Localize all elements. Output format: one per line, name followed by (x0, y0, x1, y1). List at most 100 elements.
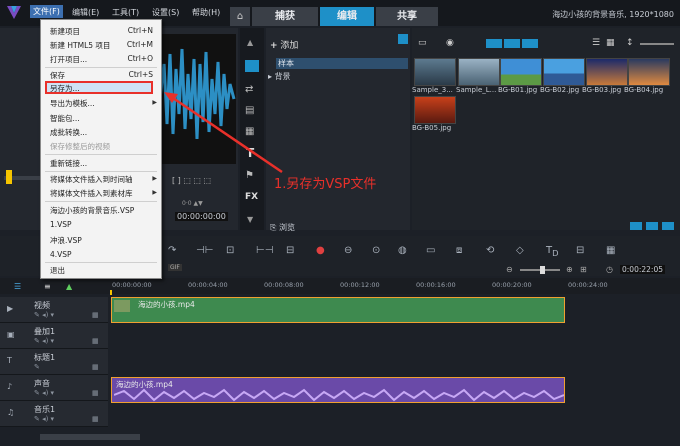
mixer-icon[interactable]: ⊖ (344, 246, 352, 256)
media-icon[interactable] (245, 60, 259, 72)
tab-capture[interactable]: 捕获 (252, 7, 318, 26)
crop-controls[interactable]: [ ] ⬚ ⬚ ⬚ (172, 176, 236, 186)
menu-insert-timeline[interactable]: 将媒体文件插入到时间轴 (50, 174, 133, 185)
title-tool-icon[interactable]: T (246, 146, 254, 160)
menu-help[interactable]: 帮助(H) (192, 7, 220, 18)
record-icon[interactable]: ● (316, 246, 325, 256)
menu-recent-1[interactable]: 海边小孩的背景音乐.VSP (50, 205, 134, 216)
menu-recent-4[interactable]: 4.VSP (50, 250, 72, 259)
menu-new-project[interactable]: 新建项目 (50, 26, 80, 37)
menu-relink[interactable]: 重新链接... (50, 158, 87, 169)
player-timecode[interactable]: 00:00:00:00 (175, 212, 228, 221)
menu-insert-library[interactable]: 将媒体文件插入到素材库 (50, 188, 133, 199)
track-lock-icon[interactable]: ▦ (92, 415, 99, 423)
track-lock-icon[interactable]: ▦ (92, 363, 99, 371)
thumbnail-bg-b04[interactable] (628, 58, 670, 86)
menu-recent-3[interactable]: 冲浪.VSP (50, 235, 82, 246)
scroll-up-icon[interactable]: ▲ (247, 38, 253, 47)
scroll-down-icon[interactable]: ▼ (247, 215, 253, 224)
menu-settings[interactable]: 设置(S) (152, 7, 179, 18)
menu-exit[interactable]: 退出 (50, 265, 65, 276)
slip-icon[interactable]: ⊟ (286, 246, 294, 256)
track-controls-icon[interactable]: ✎ ◂) ▾ (34, 415, 54, 423)
timeline-scrollbar[interactable] (40, 434, 140, 440)
transition-icon[interactable]: ⇄ (245, 84, 253, 95)
track-lock-icon[interactable]: ▦ (92, 337, 99, 345)
thumbnail-sample-l[interactable] (458, 58, 500, 86)
sort-icon[interactable]: ↕ (626, 38, 634, 48)
image-filter-icon[interactable] (504, 39, 520, 48)
window-title: 海边小孩的背景音乐, 1920*1080 (552, 10, 674, 19)
folder-item-background[interactable]: ▸ 背景 (268, 71, 291, 82)
motion-icon[interactable]: ⚑ (245, 170, 254, 181)
add-track-icon[interactable]: ≡ (44, 282, 51, 291)
zoom-out-icon[interactable]: ⊖ (506, 265, 513, 274)
library-icon-b[interactable] (646, 222, 658, 230)
folder-open-icon[interactable]: ▭ (418, 38, 427, 48)
audio-filter-icon[interactable] (522, 39, 538, 48)
thumbnail-size-slider[interactable] (640, 43, 674, 45)
track-controls-icon[interactable]: ✎ (34, 363, 40, 371)
menu-file[interactable]: 文件(F) (30, 5, 63, 18)
sync-icon[interactable]: ⧈ (456, 246, 462, 256)
thumbnail-bg-b05[interactable] (414, 96, 456, 124)
thumbnail-bg-b01[interactable] (500, 58, 542, 86)
list-view-icon[interactable]: ☰ (592, 38, 600, 48)
audio-fx-icon[interactable]: ◍ (398, 246, 407, 256)
motion-track-icon[interactable]: ◇ (516, 246, 524, 256)
trim-icon[interactable]: ⊢⊣ (256, 246, 273, 256)
ripple-edit-icon[interactable]: ▲ (66, 282, 72, 291)
menu-smart-package[interactable]: 智能包... (50, 113, 80, 124)
menu-edit[interactable]: 编辑(E) (72, 7, 99, 18)
gif-icon[interactable]: GIF (168, 264, 182, 271)
player-scrubber-handle[interactable] (6, 170, 12, 184)
speed-icon[interactable]: ⊙ (372, 246, 380, 256)
crop-icon[interactable]: ⊡ (226, 246, 234, 256)
folder-item-sample[interactable]: 样本 (276, 58, 408, 69)
menu-new-html5-project[interactable]: 新建 HTML5 项目 (50, 40, 110, 51)
storyboard-icon[interactable]: ▦ (606, 246, 615, 256)
track-controls-icon[interactable]: ✎ ◂) ▾ (34, 337, 54, 345)
grid-view-icon[interactable]: ▦ (606, 38, 615, 48)
track-header-overlay: ▣ 叠加1 ✎ ◂) ▾ ▦ (0, 323, 108, 349)
menu-open-project[interactable]: 打开项目... (50, 54, 87, 65)
thumbnail-sample-3[interactable] (414, 58, 456, 86)
tab-edit[interactable]: 编辑 (320, 7, 374, 26)
capture-icon[interactable]: ◉ (446, 38, 454, 48)
add-folder-button[interactable]: + 添加 (270, 38, 298, 51)
menu-tools[interactable]: 工具(T) (112, 7, 139, 18)
menu-export-template[interactable]: 导出为模板... (50, 98, 95, 109)
browse-button[interactable]: ⎘ 浏览 (270, 222, 295, 233)
home-icon[interactable]: ⌂ (230, 7, 250, 26)
zoom-slider-handle[interactable] (540, 266, 545, 274)
audio-clip[interactable]: 海边的小孩.mp4 (111, 377, 565, 403)
fx-icon[interactable]: FX (245, 192, 258, 202)
menu-save[interactable]: 保存 (50, 70, 65, 81)
zoom-in-icon[interactable]: ⊕ (566, 265, 573, 274)
filter-icon[interactable]: ▤ (245, 105, 254, 116)
fit-project-icon[interactable]: ⊞ (580, 265, 587, 274)
library-icon-c[interactable] (662, 222, 674, 230)
subtitle-icon[interactable]: ▭ (426, 246, 435, 256)
tab-share[interactable]: 共享 (376, 7, 438, 26)
track-lock-icon[interactable]: ▦ (92, 389, 99, 397)
title-track-icon[interactable]: TD (546, 246, 559, 259)
redo-icon[interactable]: ↷ (168, 246, 176, 256)
timeline-timecode[interactable]: 0:00:22:05 (620, 265, 665, 274)
track-manager-icon[interactable]: ☰ (14, 282, 21, 291)
split-icon[interactable]: ⊣⊢ (196, 246, 213, 256)
track-controls-icon[interactable]: ✎ ◂) ▾ (34, 389, 54, 397)
video-clip[interactable]: 海边的小孩.mp4 (111, 297, 565, 323)
video-filter-icon[interactable] (486, 39, 502, 48)
loop-icon[interactable]: ⟲ (486, 246, 494, 256)
thumbnail-bg-b02[interactable] (543, 58, 585, 86)
thumbnail-bg-b03[interactable] (586, 58, 628, 86)
graphics-icon[interactable]: ▦ (245, 126, 254, 137)
track-controls-icon[interactable]: ✎ ◂) ▾ (34, 311, 54, 319)
library-icon-a[interactable] (630, 222, 642, 230)
track-lock-icon[interactable]: ▦ (92, 311, 99, 319)
menu-batch-convert[interactable]: 成批转换... (50, 127, 87, 138)
menu-save-as[interactable]: 另存为... (50, 83, 80, 94)
menu-recent-2[interactable]: 1.VSP (50, 220, 72, 229)
chapter-icon[interactable]: ⊟ (576, 246, 584, 256)
